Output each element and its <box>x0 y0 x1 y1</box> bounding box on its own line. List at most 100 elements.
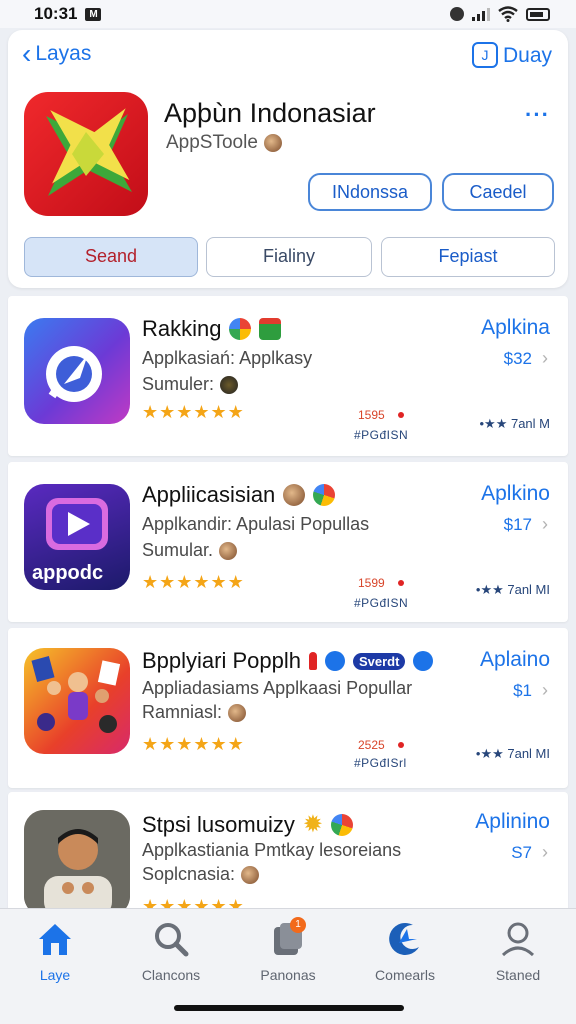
chevron-left-icon: ‹ <box>22 38 32 69</box>
pin-icon <box>308 652 317 670</box>
segment-tab-2[interactable]: Fialiny <box>206 237 372 277</box>
app-title: Appliicasisian <box>142 482 336 508</box>
price-button[interactable]: $1 › <box>513 680 548 701</box>
more-options-button[interactable]: ··· <box>525 102 550 128</box>
collage-icon <box>31 656 121 733</box>
profile-icon <box>498 919 538 959</box>
app-title: Stpsi lusomuizy ✹ <box>142 810 353 839</box>
status-left: 10:31 M <box>34 4 102 24</box>
back-label: Layas <box>35 42 92 65</box>
status-bar: 10:31 M <box>0 0 576 28</box>
chevron-right-icon: › <box>542 348 548 368</box>
price-button[interactable]: $32 › <box>504 348 548 369</box>
segment-tab-1[interactable]: Seand <box>24 237 198 277</box>
rating-stars: ★★★★★★ <box>142 572 245 592</box>
share-button[interactable]: J <box>472 42 498 68</box>
category-label: Sumular. <box>142 540 214 560</box>
list-item[interactable]: Rakking Applkasiań: Applkasy Sumuler: ★★… <box>8 296 568 456</box>
get-button[interactable]: Aplkina <box>481 316 550 340</box>
category-avatar <box>241 865 260 884</box>
app-category: Ramniasl: <box>142 702 247 723</box>
chevron-right-icon: › <box>542 680 548 700</box>
tab-label: Clancons <box>141 967 201 983</box>
tab-profile[interactable]: Staned <box>463 919 573 983</box>
chrome-icon <box>229 318 252 340</box>
app-code: #PGđISrl <box>354 756 407 770</box>
category-label: Sumuler: <box>142 374 215 394</box>
tab-label: Laye <box>39 967 71 983</box>
price-label: S7 <box>511 842 532 862</box>
verified-check-icon <box>324 651 345 671</box>
price-label: $32 <box>503 348 532 368</box>
verified-badge: Sverdt <box>352 652 406 670</box>
red-dot-icon <box>398 412 404 418</box>
tab-label: Comearls <box>375 967 435 983</box>
app-name: Rakking <box>142 316 222 341</box>
get-button[interactable]: Aplaino <box>480 648 550 672</box>
rating-stars: ★★★★★★ <box>142 402 245 422</box>
battery-icon <box>526 7 550 21</box>
region-button[interactable]: INdonssa <box>308 173 432 211</box>
person-photo-icon <box>24 810 130 916</box>
tab-search[interactable]: Clancons <box>116 919 226 983</box>
nav-row: ‹ Layas J Duay <box>8 30 568 82</box>
app-description: Applkandir: Apulasi Popullas <box>142 514 370 534</box>
app-name: Stpsi lusomuizy <box>142 811 295 837</box>
globe-icon <box>220 375 239 394</box>
signal-icon <box>472 7 490 21</box>
app-subtitle: AppSToole <box>166 132 282 154</box>
wifi-icon <box>498 6 518 22</box>
home-indicator[interactable] <box>174 1005 404 1011</box>
red-dot-icon <box>398 742 404 748</box>
category-avatar <box>228 703 247 722</box>
status-time: 10:31 <box>34 4 78 23</box>
back-button[interactable]: ‹ Layas <box>22 38 92 69</box>
nav-right-button[interactable]: Duay <box>503 44 552 68</box>
red-dot-icon <box>398 580 404 586</box>
app-category: Sumular. <box>142 540 238 561</box>
app-meta: •★★ 7anl MI <box>475 582 550 597</box>
google-icon <box>313 484 336 506</box>
price-button[interactable]: S7 › <box>511 842 548 863</box>
developer-avatar <box>263 134 282 152</box>
list-item[interactable]: appodc Appliicasisian Applkandir: Apulas… <box>8 462 568 622</box>
list-item[interactable]: Bpplyiari Popplh Sverdt Appliadasiams Ap… <box>8 628 568 788</box>
notification-badge: 1 <box>290 917 306 933</box>
cancel-button[interactable]: Caedel <box>442 173 554 211</box>
app-category: Soplcnasia: <box>142 864 260 885</box>
home-icon <box>35 919 75 959</box>
tab-today[interactable]: Laye <box>0 919 110 983</box>
search-icon <box>151 919 191 959</box>
rating-stars: ★★★★★★ <box>142 734 245 754</box>
tab-apps[interactable]: 1 Panonas <box>233 917 343 983</box>
app-description: Applkasiań: Applkasy <box>142 348 313 368</box>
tab-arcade[interactable]: Comearls <box>350 919 460 983</box>
apps-icon: 1 <box>268 917 308 959</box>
developer-name[interactable]: AppSToole <box>166 132 258 154</box>
category-label: Ramniasl: <box>142 702 223 722</box>
arcade-icon <box>385 919 425 959</box>
get-button[interactable]: Aplinino <box>475 810 550 834</box>
app-header-card: ‹ Layas J Duay Apþùn Indonasiar AppSTool… <box>8 30 568 288</box>
app-code: #PGđISN <box>354 428 409 442</box>
app-category: Sumuler: <box>142 374 239 395</box>
chrome-icon <box>330 813 353 836</box>
get-button[interactable]: Aplkino <box>481 482 550 506</box>
app-name: Bpplyiari Popplh <box>142 648 301 673</box>
app-meta: •★★ 7anl M <box>479 416 551 431</box>
app-icon-photo <box>24 810 130 916</box>
partner-icon <box>413 651 434 671</box>
app-code: #PGđISN <box>354 596 409 610</box>
app-description: Appliadasiams Applkaasi Popullar <box>142 678 413 698</box>
category-avatar <box>219 541 238 560</box>
rating-count: 1599 <box>358 576 385 590</box>
list-item[interactable]: Stpsi lusomuizy ✹ Applkastiania Pmtkay l… <box>8 792 568 922</box>
app-meta: •★★ 7anl MI <box>475 746 550 761</box>
app-name: Appliicasisian <box>142 482 276 507</box>
tab-label: Panonas <box>260 967 316 983</box>
segment-tab-3[interactable]: Fepiast <box>381 237 555 277</box>
app-icon-collage <box>24 648 130 754</box>
sun-icon: ✹ <box>302 811 323 838</box>
rating-count: 1595 <box>358 408 385 422</box>
price-button[interactable]: $17 › <box>504 514 548 535</box>
